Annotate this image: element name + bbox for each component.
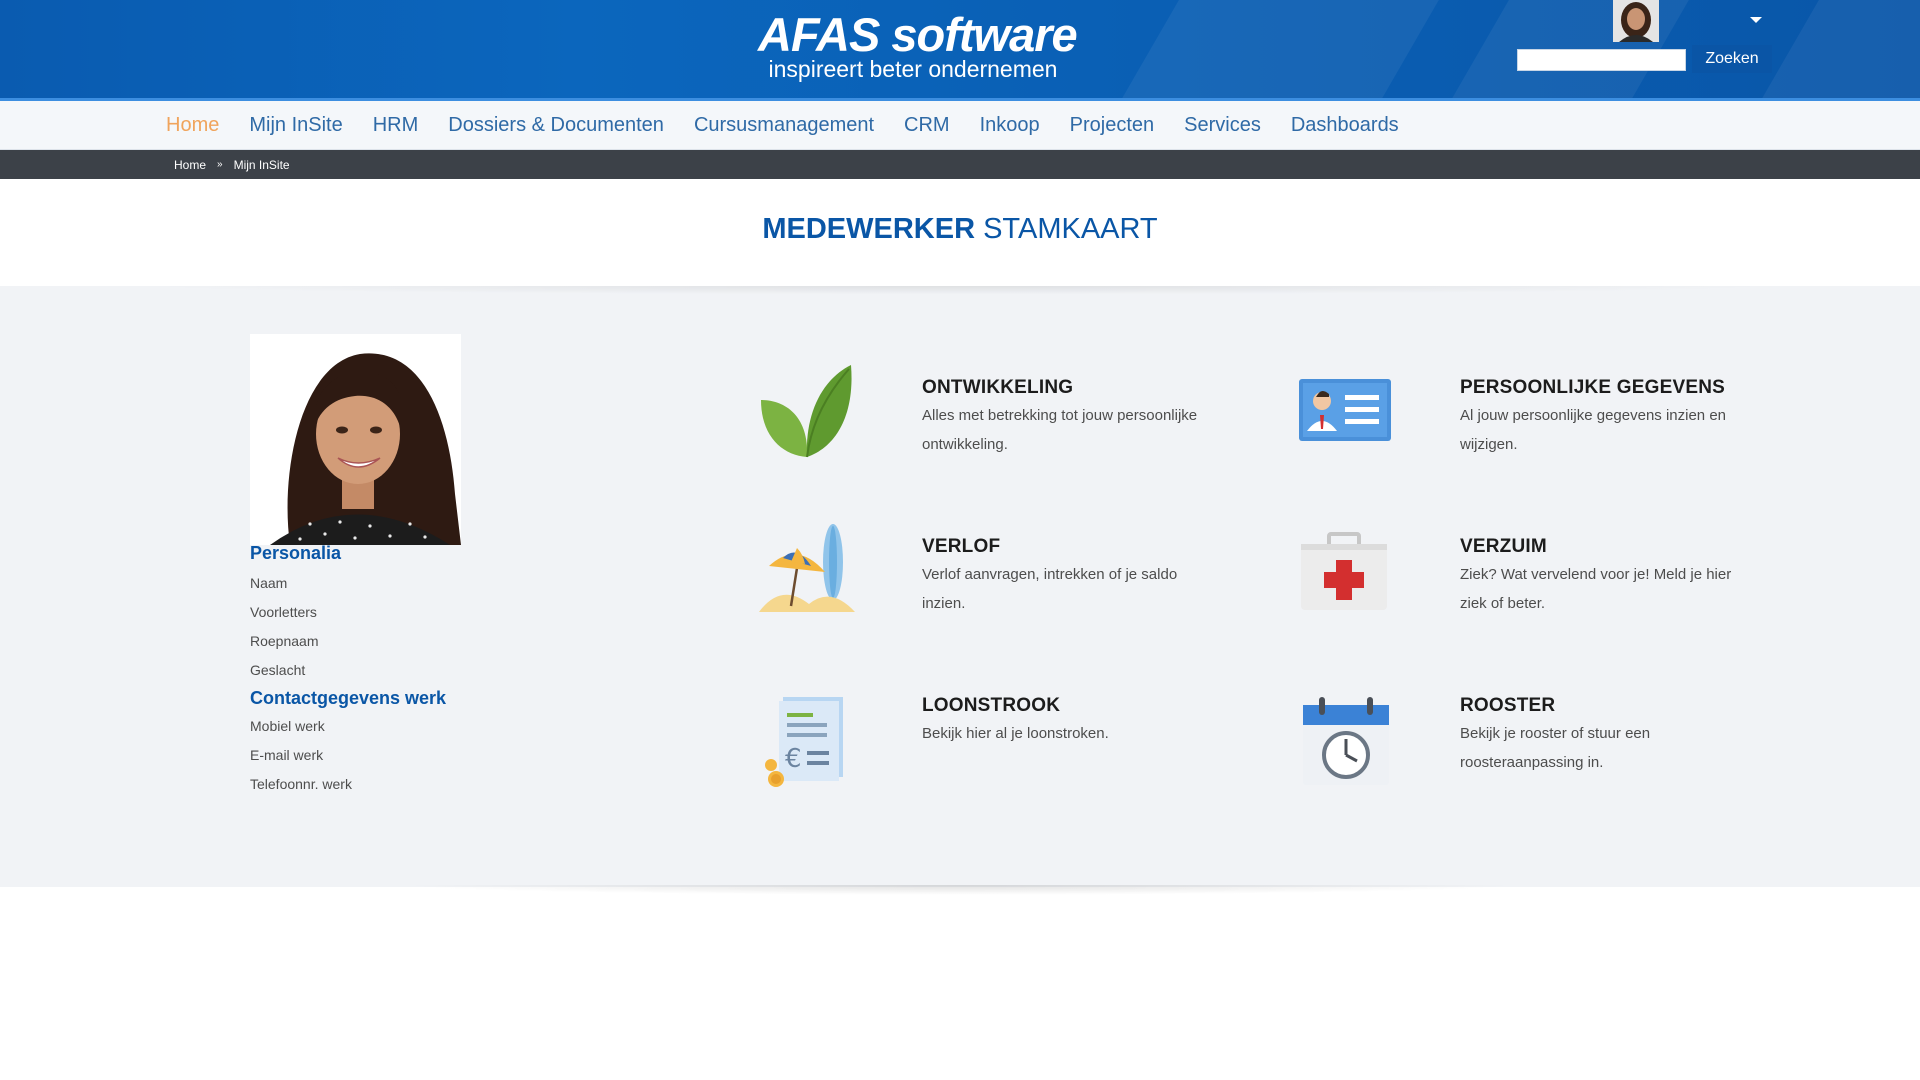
- field-geslacht: Geslacht: [250, 662, 306, 678]
- tile-desc-persoonlijke-gegevens: Al jouw persoonlijke gegevens inzien en …: [1460, 407, 1727, 453]
- tile-title-loonstrook[interactable]: LOONSTROOK: [922, 695, 1060, 717]
- tile-title-verzuim[interactable]: VERZUIM: [1460, 536, 1547, 558]
- breadcrumb: Home » Mijn InSite: [174, 150, 290, 179]
- tile-title-rooster[interactable]: ROOSTER: [1460, 695, 1555, 717]
- logo-tagline: inspireert beter ondernemen: [768, 56, 1058, 82]
- svg-text:€: €: [785, 744, 802, 774]
- user-avatar[interactable]: [1613, 0, 1659, 42]
- field-voorletters: Voorletters: [250, 604, 317, 620]
- search-button[interactable]: Zoeken: [1692, 45, 1772, 73]
- header-decoration: [1749, 0, 1920, 101]
- page-title-rest: STAMKAART: [983, 213, 1158, 245]
- personalia-heading[interactable]: Personalia: [250, 543, 341, 564]
- nav-item-inkoop[interactable]: Inkoop: [980, 114, 1040, 137]
- main-navigation: Home Mijn InSite HRM Dossiers & Document…: [0, 101, 1920, 150]
- tile-desc-verzuim: Ziek? Wat vervelend voor je! Meld je hie…: [1460, 566, 1732, 612]
- nav-item-home[interactable]: Home: [166, 114, 219, 137]
- nav-item-mijn-insite[interactable]: Mijn InSite: [249, 114, 342, 137]
- field-email-werk: E-mail werk: [250, 747, 324, 763]
- field-mobiel-werk: Mobiel werk: [250, 718, 325, 734]
- field-naam: Naam: [250, 575, 288, 591]
- breadcrumb-separator: »: [217, 159, 223, 170]
- contact-heading[interactable]: Contactgegevens werk: [250, 688, 446, 709]
- nav-item-crm[interactable]: CRM: [904, 114, 950, 137]
- nav-item-services[interactable]: Services: [1184, 114, 1261, 137]
- tile-title-verlof[interactable]: VERLOF: [922, 536, 1000, 558]
- tile-title-persoonlijke-gegevens[interactable]: PERSOONLIJKE GEGEVENS: [1460, 377, 1725, 399]
- page-title: MEDEWERKER STAMKAART: [0, 213, 1920, 246]
- band-shadow: [400, 885, 1520, 895]
- employee-portrait-icon: [250, 334, 461, 545]
- nav-item-hrm[interactable]: HRM: [373, 114, 419, 137]
- user-menu-chevron-down-icon[interactable]: [1750, 17, 1762, 23]
- nav-item-dossiers-documenten[interactable]: Dossiers & Documenten: [448, 114, 664, 137]
- search-input[interactable]: [1517, 49, 1686, 71]
- payslip-euro-icon[interactable]: €: [751, 687, 861, 797]
- header-decoration: [1109, 0, 1451, 101]
- calendar-clock-icon[interactable]: [1289, 687, 1399, 797]
- afas-logo[interactable]: AFAS software inspireert beter onderneme…: [758, 8, 1078, 82]
- nav-item-dashboards[interactable]: Dashboards: [1291, 114, 1399, 137]
- leaf-icon[interactable]: [751, 355, 861, 465]
- field-telefoonnr-werk: Telefoonnr. werk: [250, 776, 352, 792]
- field-roepnaam: Roepnaam: [250, 633, 319, 649]
- breadcrumb-mijn-insite[interactable]: Mijn InSite: [234, 158, 290, 172]
- beach-umbrella-icon[interactable]: [751, 514, 861, 624]
- first-aid-kit-icon[interactable]: [1289, 514, 1399, 624]
- tile-title-ontwikkeling[interactable]: ONTWIKKELING: [922, 377, 1073, 399]
- avatar-portrait-icon: [1613, 0, 1659, 42]
- tile-desc-verlof: Verlof aanvragen, intrekken of je saldo …: [922, 566, 1178, 612]
- top-header: AFAS software inspireert beter onderneme…: [0, 0, 1920, 101]
- tile-desc-ontwikkeling: Alles met betrekking tot jouw persoonlij…: [922, 407, 1198, 453]
- tile-desc-loonstrook: Bekijk hier al je loonstroken.: [922, 725, 1109, 742]
- band-shadow: [0, 286, 1920, 296]
- page-title-bold: MEDEWERKER: [762, 213, 976, 245]
- id-card-icon[interactable]: [1289, 355, 1399, 465]
- tile-desc-rooster: Bekijk je rooster of stuur een roosteraa…: [1460, 725, 1651, 771]
- employee-photo: [250, 334, 461, 545]
- nav-item-cursusmanagement[interactable]: Cursusmanagement: [694, 114, 874, 137]
- breadcrumb-bar: Home » Mijn InSite: [0, 150, 1920, 179]
- logo-wordmark: AFAS software: [758, 8, 1078, 61]
- breadcrumb-home[interactable]: Home: [174, 158, 206, 172]
- nav-item-projecten[interactable]: Projecten: [1070, 114, 1155, 137]
